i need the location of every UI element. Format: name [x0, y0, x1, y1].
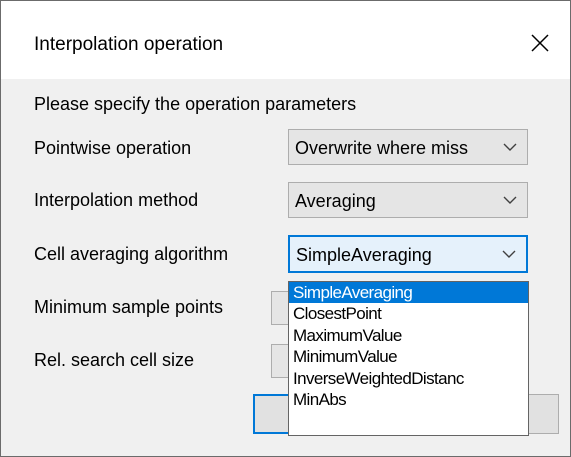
dialog-title: Interpolation operation — [34, 34, 224, 55]
cell-averaging-dropdown-list: SimpleAveraging ClosestPoint MaximumValu… — [288, 281, 529, 436]
chevron-down-icon — [502, 250, 516, 258]
cancel-button[interactable] — [525, 394, 559, 434]
title-bar: Interpolation operation — [1, 1, 570, 79]
interpolation-method-value: Averaging — [295, 191, 376, 211]
dropdown-option-minabs[interactable]: MinAbs — [289, 389, 528, 410]
chevron-down-icon — [503, 143, 517, 151]
close-button[interactable] — [522, 25, 558, 61]
dropdown-option-closestpoint[interactable]: ClosestPoint — [289, 303, 528, 324]
close-icon — [531, 34, 549, 52]
interpolation-method-label: Interpolation method — [34, 190, 199, 210]
search-cell-size-label: Rel. search cell size — [34, 350, 195, 370]
dropdown-option-inverseweighteddistance[interactable]: InverseWeightedDistanc — [289, 368, 528, 389]
pointwise-operation-label: Pointwise operation — [34, 138, 192, 158]
instructions-label: Please specify the operation parameters — [34, 94, 357, 114]
cell-averaging-label: Cell averaging algorithm — [34, 244, 229, 264]
cell-averaging-value: SimpleAveraging — [296, 245, 432, 265]
dropdown-option-simpleaveraging[interactable]: SimpleAveraging — [289, 282, 528, 304]
min-sample-points-label: Minimum sample points — [34, 297, 224, 317]
dropdown-option-minimumvalue[interactable]: MinimumValue — [289, 346, 528, 367]
ok-button[interactable] — [253, 394, 293, 434]
cell-averaging-combo[interactable]: SimpleAveraging — [288, 235, 528, 273]
interpolation-method-combo[interactable]: Averaging — [288, 182, 528, 218]
dropdown-option-maximumvalue[interactable]: MaximumValue — [289, 325, 528, 346]
pointwise-operation-value: Overwrite where miss — [295, 138, 469, 158]
interpolation-dialog: Interpolation operation Please specify t… — [0, 0, 571, 457]
pointwise-operation-combo[interactable]: Overwrite where miss — [288, 129, 528, 165]
chevron-down-icon — [503, 196, 517, 204]
